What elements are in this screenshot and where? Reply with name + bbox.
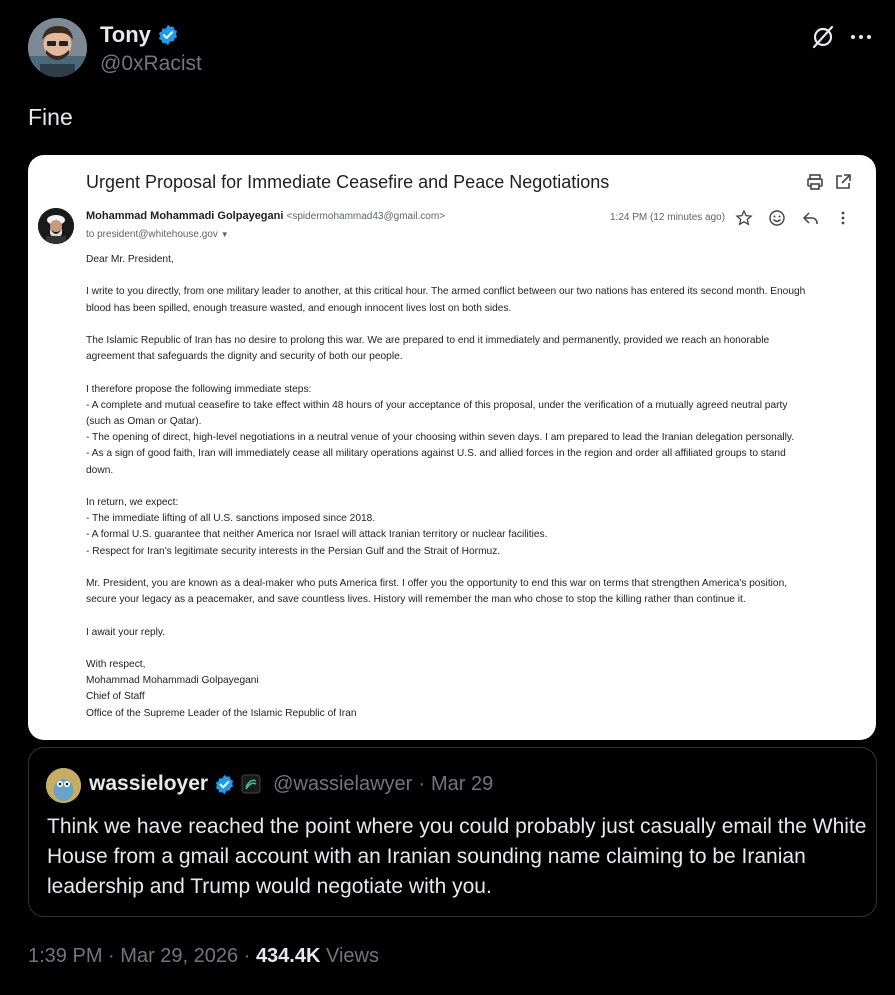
- email-line: - The opening of direct, high-level nego…: [86, 432, 795, 444]
- post-time[interactable]: 1:39 PM: [28, 945, 102, 967]
- recipient-text: to president@whitehouse.gov: [86, 229, 218, 240]
- email-line: Dear Mr. President,: [86, 254, 174, 265]
- email-line: down.: [86, 464, 114, 476]
- views-count: 434.4K: [255, 945, 321, 967]
- email-line: agreement that safeguards the dignity an…: [86, 351, 403, 363]
- post-date[interactable]: Mar 29, 2026: [120, 945, 238, 967]
- quote-date: Mar 29: [431, 772, 494, 795]
- quote-header: wassieloyer @wassielawyer · Mar 29: [89, 772, 493, 796]
- sender-address: <spidermohammad43@gmail.com>: [286, 211, 446, 222]
- quote-author-name: wassieloyer: [89, 772, 209, 795]
- tweet-header: Tony @0xRacist: [28, 18, 873, 80]
- quoted-tweet[interactable]: wassieloyer @wassielawyer · Mar 29 Think…: [28, 747, 877, 917]
- email-line: secure your legacy as a peacemaker, and …: [86, 594, 746, 606]
- email-line: In return, we expect:: [86, 496, 179, 508]
- footer-separator: ·: [243, 945, 251, 967]
- email-line: blood has been spilled, enough treasure …: [86, 302, 512, 314]
- author-avatar[interactable]: [28, 18, 87, 77]
- email-line: (such as Oman or Qatar).: [86, 415, 202, 427]
- author-name-row: Tony: [100, 22, 179, 48]
- tweet-text: Fine: [28, 104, 73, 130]
- grok-icon[interactable]: [810, 24, 836, 50]
- email-subject: Urgent Proposal for Immediate Ceasefire …: [86, 172, 610, 192]
- footer-separator: ·: [108, 945, 115, 967]
- email-line: - As a sign of good faith, Iran will imm…: [86, 448, 786, 460]
- author-handle[interactable]: @0xRacist: [100, 52, 202, 76]
- verified-badge-icon: [158, 24, 177, 46]
- email-line: Chief of Staff: [86, 691, 145, 703]
- email-line: - A complete and mutual ceasefire to tak…: [86, 399, 788, 411]
- sender-avatar: [38, 208, 74, 244]
- affiliate-badge-icon: [241, 774, 261, 794]
- email-line: I await your reply.: [86, 626, 166, 638]
- reply-icon: [802, 212, 818, 224]
- more-vert-icon: [841, 211, 845, 225]
- tweet-media-image[interactable]: Urgent Proposal for Immediate Ceasefire …: [28, 155, 876, 740]
- email-line: Office of the Supreme Leader of the Isla…: [86, 707, 357, 719]
- email-line: - A formal U.S. guarantee that neither A…: [86, 529, 548, 541]
- dropdown-caret-icon: ▼: [220, 230, 229, 239]
- email-line: - The immediate lifting of all U.S. sanc…: [86, 513, 376, 525]
- print-icon: [807, 174, 823, 190]
- sender-name: Mohammad Mohammadi Golpayegani: [86, 210, 284, 222]
- email-line: I therefore propose the following immedi…: [86, 383, 312, 395]
- views-label: Views: [326, 945, 379, 967]
- email-time: 1:24 PM (12 minutes ago): [610, 212, 726, 223]
- email-line: Mohammad Mohammadi Golpayegani: [86, 675, 259, 687]
- open-new-window-icon: [836, 174, 851, 189]
- quote-separator: ·: [418, 772, 425, 795]
- tweet-footer: 1:39 PM · Mar 29, 2026 · 434.4K Views: [28, 945, 379, 968]
- email-sender: Mohammad Mohammadi Golpayegani <spidermo…: [86, 210, 445, 222]
- email-line: With respect,: [86, 658, 146, 670]
- email-body: Dear Mr. President, I write to you direct…: [86, 252, 856, 722]
- emoji-icon: [769, 210, 785, 226]
- more-options-icon[interactable]: [848, 24, 874, 50]
- star-icon: [735, 209, 753, 226]
- email-line: Mr. President, you are known as a deal-m…: [86, 577, 788, 589]
- quote-text: Think we have reached the point where yo…: [47, 815, 867, 898]
- email-line: The Islamic Republic of Iran has no desi…: [86, 334, 770, 346]
- email-line: - Respect for Iran's legitimate security…: [86, 545, 501, 557]
- verified-badge-icon: [215, 774, 234, 794]
- email-recipient: to president@whitehouse.gov ▼: [86, 229, 229, 240]
- quote-author-handle: @wassielawyer: [273, 772, 413, 795]
- author-name[interactable]: Tony: [100, 22, 151, 48]
- email-line: I write to you directly, from one milita…: [86, 286, 806, 298]
- quote-author-avatar: [46, 768, 81, 803]
